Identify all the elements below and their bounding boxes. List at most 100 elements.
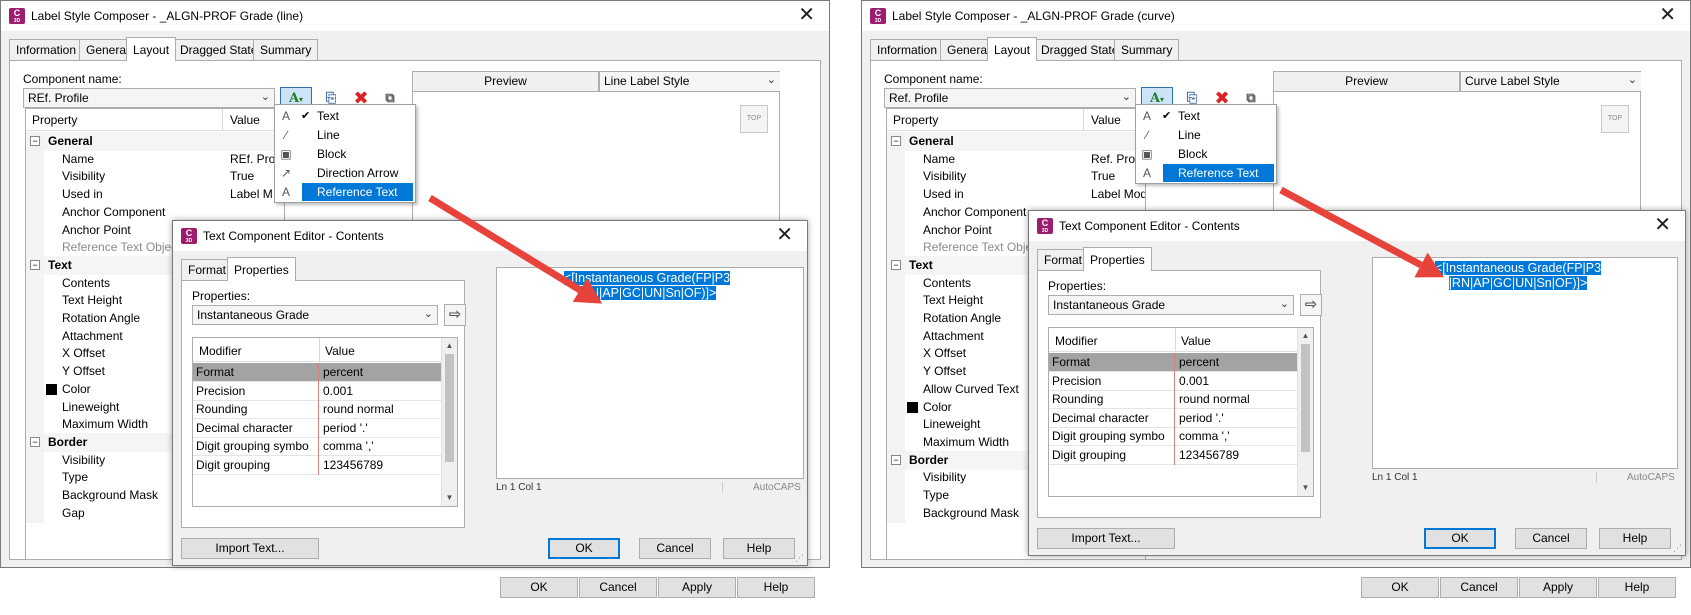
collapse-icon[interactable]: −	[891, 454, 901, 465]
editor-ok-button[interactable]: OK	[1424, 528, 1496, 549]
property-category[interactable]: − General	[887, 132, 1145, 151]
close-icon[interactable]: ✕	[798, 5, 815, 25]
property-category[interactable]: − General	[26, 132, 284, 151]
modifier-scrollbar[interactable]: ▲ ▼	[441, 338, 457, 506]
collapse-icon[interactable]: −	[891, 259, 901, 270]
tab-format[interactable]: Format	[181, 259, 234, 280]
modifier-row[interactable]: Format percent	[1049, 353, 1299, 372]
editor-title-bar: C 3D Text Component Editor - Contents ✕	[173, 221, 807, 251]
scroll-down-icon[interactable]: ▼	[1298, 480, 1313, 496]
modifier-row[interactable]: Precision 0.001	[193, 381, 443, 401]
scroll-thumb[interactable]	[445, 354, 454, 462]
direction-arrow-icon: ↗	[280, 166, 292, 180]
import-text-button[interactable]: Import Text...	[181, 538, 319, 559]
tab-summary[interactable]: Summary	[253, 39, 319, 60]
row-gutter	[26, 468, 44, 488]
color-swatch	[907, 401, 918, 413]
scroll-down-icon[interactable]: ▼	[442, 490, 457, 506]
tab-summary[interactable]: Summary	[1114, 39, 1180, 60]
top-view-button[interactable]: TOP	[740, 105, 768, 133]
menu-item-text[interactable]: A ✔ Text	[275, 107, 415, 126]
property-row[interactable]: Anchor Component	[26, 202, 284, 222]
editor-help-button[interactable]: Help	[723, 538, 795, 559]
contents-editor[interactable]: <[Instantaneous Grade(FP|P3 |RN|AP|GC|UN|…	[1372, 257, 1678, 469]
resize-grip-icon[interactable]: ⋰	[1673, 543, 1683, 553]
autocaps-indicator[interactable]: AutoCAPS	[722, 482, 801, 493]
editor-help-button[interactable]: Help	[1599, 528, 1671, 549]
modifier-row[interactable]: Format percent	[193, 363, 443, 382]
ok-button[interactable]: OK	[1361, 577, 1439, 598]
tab-information[interactable]: Information	[870, 39, 945, 60]
property-row[interactable]: Visibility True	[26, 167, 284, 187]
menu-item-line[interactable]: ∕ Line	[275, 126, 415, 145]
scroll-thumb[interactable]	[1301, 344, 1310, 452]
close-icon[interactable]: ✕	[1654, 215, 1671, 235]
component-name-dropdown[interactable]: REf. Profile ⌄	[23, 88, 275, 108]
component-name-dropdown[interactable]: Ref. Profile ⌄	[884, 88, 1136, 108]
property-row[interactable]: Visibility True	[887, 167, 1145, 187]
modifier-row[interactable]: Precision 0.001	[1049, 371, 1299, 391]
close-icon[interactable]: ✕	[776, 225, 793, 245]
editor-ok-button[interactable]: OK	[548, 538, 620, 559]
modifier-row[interactable]: Rounding round normal	[193, 400, 443, 420]
tab-dragged-state[interactable]: Dragged State	[173, 39, 265, 60]
collapse-icon[interactable]: −	[30, 436, 40, 447]
tab-layout[interactable]: Layout	[126, 37, 177, 61]
preview-style-dropdown[interactable]: Curve Label Style ⌄	[1460, 72, 1641, 92]
tab-information[interactable]: Information	[9, 39, 84, 60]
modifier-row[interactable]: Decimal character period '.'	[193, 418, 443, 438]
menu-item-line[interactable]: ∕ Line	[1136, 126, 1276, 145]
modifier-row[interactable]: Decimal character period '.'	[1049, 408, 1299, 428]
tab-properties[interactable]: Properties	[1083, 247, 1152, 271]
autocaps-indicator[interactable]: AutoCAPS	[1596, 472, 1675, 483]
insert-arrow-icon[interactable]: ⇨	[444, 304, 466, 326]
menu-item-text[interactable]: A ✔ Text	[1136, 107, 1276, 126]
modifier-row[interactable]: Digit grouping 123456789	[193, 456, 443, 475]
chevron-down-icon: ⌄	[423, 308, 433, 320]
insert-arrow-icon[interactable]: ⇨	[1300, 294, 1322, 316]
help-button[interactable]: Help	[737, 577, 815, 598]
menu-item-block[interactable]: ▣ Block	[1136, 145, 1276, 164]
help-button[interactable]: Help	[1598, 577, 1676, 598]
scroll-up-icon[interactable]: ▲	[442, 338, 457, 354]
property-row[interactable]: Used in Label M	[26, 185, 284, 205]
property-row[interactable]: Used in Label Mode	[887, 185, 1145, 205]
property-select-dropdown[interactable]: Instantaneous Grade ⌄	[1048, 295, 1294, 315]
property-row[interactable]: Name Ref. Pro	[887, 149, 1145, 169]
ok-button[interactable]: OK	[500, 577, 578, 598]
cancel-button[interactable]: Cancel	[1440, 577, 1518, 598]
menu-item-reference-text[interactable]: A Reference Text	[275, 183, 415, 202]
menu-item-label: Text	[317, 109, 340, 123]
apply-button[interactable]: Apply	[658, 577, 736, 598]
cancel-button[interactable]: Cancel	[579, 577, 657, 598]
contents-editor[interactable]: <[Instantaneous Grade(FP|P3 |RN|AP|GC|UN|…	[496, 267, 804, 479]
collapse-icon[interactable]: −	[891, 136, 901, 146]
modifier-row[interactable]: Digit grouping 123456789	[1049, 446, 1299, 465]
modifier-row[interactable]: Digit grouping symbo comma ','	[193, 437, 443, 457]
collapse-icon[interactable]: −	[30, 136, 40, 146]
editor-title: Text Component Editor - Contents	[1059, 219, 1240, 233]
property-row[interactable]: Name REf. Pro	[26, 149, 284, 169]
resize-grip-icon[interactable]: ⋰	[795, 553, 805, 563]
modifier-scrollbar[interactable]: ▲ ▼	[1297, 328, 1313, 496]
collapse-icon[interactable]: −	[30, 259, 40, 270]
import-text-button[interactable]: Import Text...	[1037, 528, 1175, 549]
editor-cancel-button[interactable]: Cancel	[1515, 528, 1587, 549]
menu-item-reference-text[interactable]: A Reference Text	[1136, 164, 1276, 183]
close-icon[interactable]: ✕	[1659, 5, 1676, 25]
tab-layout[interactable]: Layout	[987, 37, 1038, 61]
modifier-row[interactable]: Rounding round normal	[1049, 390, 1299, 410]
scroll-up-icon[interactable]: ▲	[1298, 328, 1313, 344]
editor-cancel-button[interactable]: Cancel	[639, 538, 711, 559]
property-select-dropdown[interactable]: Instantaneous Grade ⌄	[192, 305, 438, 325]
menu-item-direction-arrow[interactable]: ↗ Direction Arrow	[275, 164, 415, 183]
property-value: Label M	[230, 187, 273, 202]
tab-properties[interactable]: Properties	[227, 257, 296, 281]
tab-dragged-state[interactable]: Dragged State	[1034, 39, 1126, 60]
modifier-row[interactable]: Digit grouping symbo comma ','	[1049, 427, 1299, 447]
apply-button[interactable]: Apply	[1519, 577, 1597, 598]
menu-item-block[interactable]: ▣ Block	[275, 145, 415, 164]
tab-format[interactable]: Format	[1037, 249, 1090, 270]
preview-style-dropdown[interactable]: Line Label Style ⌄	[599, 72, 780, 92]
top-view-button[interactable]: TOP	[1601, 105, 1629, 133]
